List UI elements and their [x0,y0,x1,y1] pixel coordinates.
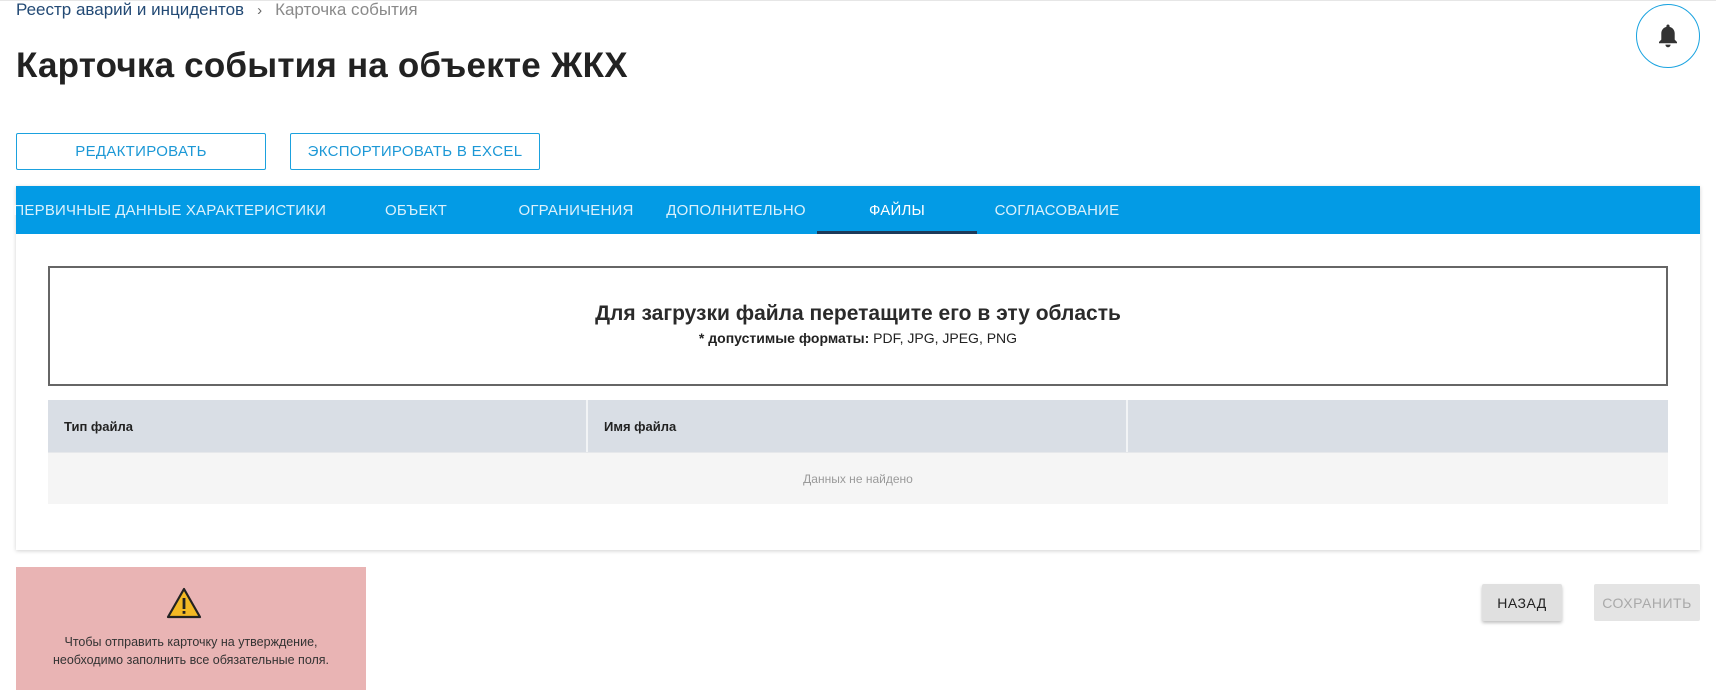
dropzone-hint: * допустимые форматы: PDF, JPG, JPEG, PN… [50,330,1666,346]
warning-line-2: необходимо заполнить все обязательные по… [52,653,330,667]
edit-button[interactable]: РЕДАКТИРОВАТЬ [16,133,266,170]
event-card: ПЕРВИЧНЫЕ ДАННЫЕ ХАРАКТЕРИСТИКИ ОБЪЕКТ О… [13,186,1700,550]
active-tab-indicator [817,231,977,234]
breadcrumb-current: Карточка события [275,0,418,19]
column-header-actions [1128,400,1668,452]
tab-characteristics[interactable]: ХАРАКТЕРИСТИКИ [176,186,336,234]
warning-message: Чтобы отправить карточку на утверждение,… [16,633,366,669]
warning-line-1: Чтобы отправить карточку на утверждение, [64,635,318,649]
column-header-file-type[interactable]: Тип файла [48,400,588,452]
file-dropzone[interactable]: Для загрузки файла перетащите его в эту … [48,266,1668,386]
files-table-header: Тип файла Имя файла [48,400,1668,452]
tab-additional[interactable]: ДОПОЛНИТЕЛЬНО [656,186,816,234]
tab-files[interactable]: ФАЙЛЫ [817,186,977,234]
tab-primary-data[interactable]: ПЕРВИЧНЫЕ ДАННЫЕ [13,186,181,234]
tab-approval[interactable]: СОГЛАСОВАНИЕ [977,186,1137,234]
chevron-right-icon: › [257,1,263,19]
tab-object[interactable]: ОБЪЕКТ [336,186,496,234]
back-button[interactable]: НАЗАД [1482,584,1562,621]
notifications-button[interactable] [1636,4,1700,68]
tab-restrictions[interactable]: ОГРАНИЧЕНИЯ [496,186,656,234]
breadcrumb: Реестр аварий и инцидентов › Карточка со… [16,0,418,20]
tab-bar: ПЕРВИЧНЫЕ ДАННЫЕ ХАРАКТЕРИСТИКИ ОБЪЕКТ О… [13,186,1700,234]
column-header-file-name[interactable]: Имя файла [588,400,1128,452]
files-table: Тип файла Имя файла Данных не найдено [48,400,1668,504]
validation-warning: Чтобы отправить карточку на утверждение,… [16,567,366,690]
export-excel-button[interactable]: ЭКСПОРТИРОВАТЬ В EXCEL [290,133,540,170]
bell-icon [1659,24,1677,48]
dropzone-hint-formats: PDF, JPG, JPEG, PNG [873,330,1018,346]
page-title: Карточка события на объекте ЖКХ [16,46,628,85]
breadcrumb-link-registry[interactable]: Реестр аварий и инцидентов [16,0,244,20]
warning-triangle-icon [166,587,202,619]
dropzone-hint-prefix: * допустимые форматы: [698,330,870,346]
table-empty-state: Данных не найдено [48,452,1668,504]
save-button[interactable]: СОХРАНИТЬ [1594,584,1700,621]
dropzone-title: Для загрузки файла перетащите его в эту … [595,302,1121,325]
